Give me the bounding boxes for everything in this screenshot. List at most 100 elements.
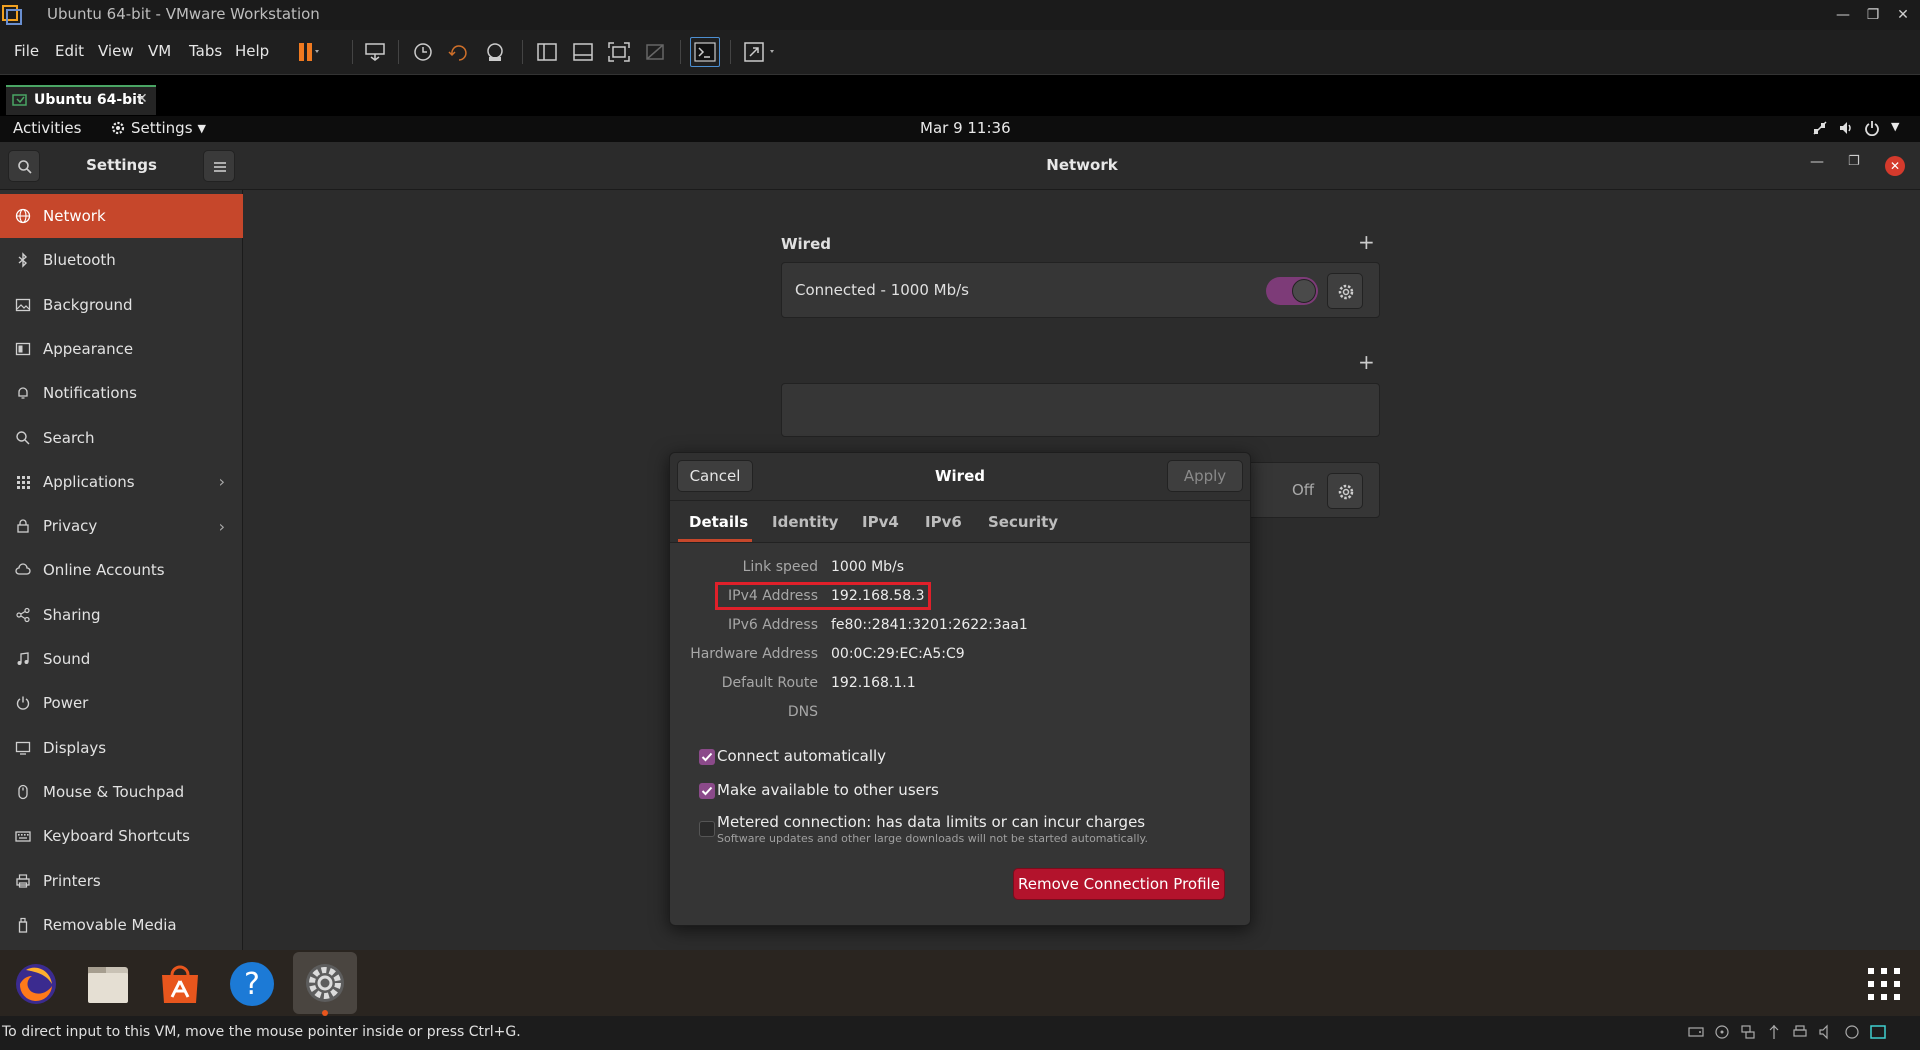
window-title: Ubuntu 64-bit - VMware Workstation: [47, 5, 320, 23]
page-title: Network: [1046, 156, 1118, 174]
sidebar-item-privacy[interactable]: Privacy ›: [0, 504, 243, 548]
hard-disk-icon[interactable]: [1688, 1024, 1704, 1040]
metered-connection-checkbox[interactable]: [699, 821, 715, 837]
add-wired-icon[interactable]: +: [1358, 230, 1375, 254]
apply-button[interactable]: Apply: [1167, 460, 1243, 492]
link-speed-label: Link speed: [742, 559, 818, 575]
network-adapter-icon[interactable]: [1740, 1024, 1756, 1040]
mouse-icon: [15, 784, 31, 800]
sidebar-item-removable-media[interactable]: Removable Media: [0, 903, 243, 947]
tab-identity[interactable]: Identity: [772, 513, 838, 531]
sidebar-item-mouse-touchpad[interactable]: Mouse & Touchpad: [0, 770, 243, 814]
proxy-settings-button[interactable]: [1327, 473, 1363, 509]
system-menu-caret-icon[interactable]: ▼: [1891, 120, 1899, 133]
metered-connection-label[interactable]: Metered connection: has data limits or c…: [717, 813, 1145, 831]
toolbar-separator: [398, 40, 399, 64]
vmware-titlebar: Ubuntu 64-bit - VMware Workstation — ❐ ✕: [0, 0, 1920, 30]
show-library-icon[interactable]: [534, 40, 560, 64]
tab-ipv6[interactable]: IPv6: [925, 513, 962, 531]
printer-device-icon[interactable]: [1792, 1024, 1808, 1040]
network-status-icon[interactable]: [1812, 120, 1828, 136]
sound-card-icon[interactable]: [1818, 1024, 1834, 1040]
music-note-icon: [15, 651, 31, 667]
sidebar-item-displays[interactable]: Displays: [0, 726, 243, 770]
wired-toggle[interactable]: [1266, 277, 1318, 305]
sidebar-item-bluetooth[interactable]: Bluetooth: [0, 238, 243, 282]
cd-dvd-icon[interactable]: [1714, 1024, 1730, 1040]
menu-edit[interactable]: Edit: [55, 42, 84, 60]
cloud-icon: [15, 562, 31, 578]
help-icon[interactable]: ?: [226, 958, 278, 1010]
close-icon[interactable]: ✕: [1880, 0, 1920, 30]
menu-file[interactable]: File: [14, 42, 39, 60]
dialog-tabs: Details Identity IPv4 IPv6 Security: [670, 501, 1250, 543]
revert-snapshot-icon[interactable]: [446, 40, 472, 64]
sidebar-item-sharing[interactable]: Sharing: [0, 593, 243, 637]
power-menu-icon[interactable]: [1864, 120, 1880, 136]
dns-label: DNS: [787, 704, 818, 720]
sidebar-item-power[interactable]: Power: [0, 681, 243, 725]
vm-tab[interactable]: Ubuntu 64-bit ✕: [6, 85, 156, 115]
available-to-users-checkbox[interactable]: [699, 783, 715, 799]
ubuntu-top-bar: Activities Settings ▼ Mar 9 11:36 ▼: [0, 116, 1920, 142]
maximize-icon[interactable]: ❐: [1848, 154, 1860, 169]
close-icon[interactable]: ✕: [1885, 156, 1905, 176]
add-vpn-icon[interactable]: +: [1358, 350, 1375, 374]
sidebar-item-online-accounts[interactable]: Online Accounts: [0, 548, 243, 592]
clock[interactable]: Mar 9 11:36: [920, 119, 1011, 137]
sidebar-item-sound[interactable]: Sound: [0, 637, 243, 681]
volume-icon[interactable]: [1838, 120, 1854, 136]
remove-connection-profile-button[interactable]: Remove Connection Profile: [1013, 868, 1225, 900]
tab-security[interactable]: Security: [988, 513, 1058, 531]
snapshot-icon[interactable]: [410, 40, 436, 64]
power-icon: [15, 695, 31, 711]
menu-tabs[interactable]: Tabs: [189, 42, 222, 60]
available-to-users-label[interactable]: Make available to other users: [717, 781, 939, 799]
hardware-address-value: 00:0C:29:EC:A5:C9: [831, 646, 965, 662]
unity-icon[interactable]: [642, 40, 668, 64]
wired-settings-button[interactable]: [1327, 273, 1363, 309]
hamburger-menu-button[interactable]: [203, 150, 235, 182]
send-ctrl-alt-del-icon[interactable]: [362, 40, 388, 64]
app-menu-settings[interactable]: Settings ▼: [110, 119, 206, 137]
menu-help[interactable]: Help: [235, 42, 269, 60]
sidebar-item-printers[interactable]: Printers: [0, 859, 243, 903]
snapshot-manager-icon[interactable]: [482, 40, 508, 64]
tab-details[interactable]: Details: [689, 513, 748, 531]
files-icon[interactable]: [82, 958, 134, 1010]
full-screen-icon[interactable]: [606, 40, 632, 64]
message-log-icon[interactable]: [1870, 1024, 1886, 1040]
activities-button[interactable]: Activities: [13, 119, 81, 137]
menu-vm[interactable]: VM: [148, 42, 171, 60]
software-store-icon[interactable]: [154, 958, 206, 1010]
display-device-icon[interactable]: [1844, 1024, 1860, 1040]
minimize-icon[interactable]: —: [1810, 154, 1824, 170]
connect-automatically-label[interactable]: Connect automatically: [717, 747, 886, 765]
toolbar-separator: [522, 40, 523, 64]
sidebar-item-label: Mouse & Touchpad: [43, 782, 185, 801]
sidebar-item-notifications[interactable]: Notifications: [0, 371, 243, 415]
sidebar-item-applications[interactable]: Applications ›: [0, 460, 243, 504]
connect-automatically-checkbox[interactable]: [699, 749, 715, 765]
console-view-icon[interactable]: [690, 37, 720, 67]
tab-close-icon[interactable]: ✕: [136, 91, 148, 107]
pause-icon[interactable]: [296, 40, 322, 64]
sidebar-item-label: Notifications: [43, 384, 137, 403]
usb-device-icon[interactable]: [1766, 1024, 1782, 1040]
firefox-icon[interactable]: [10, 958, 62, 1010]
show-applications-icon[interactable]: [1858, 958, 1910, 1010]
sidebar-item-background[interactable]: Background: [0, 283, 243, 327]
settings-sidebar: Network Bluetooth Background Appearance Noti…: [0, 190, 243, 950]
menubar: File Edit View VM Tabs Help: [0, 30, 1920, 74]
wired-settings-dialog: Cancel Wired Apply Details Identity IPv4…: [669, 452, 1251, 926]
stretch-guest-icon[interactable]: [742, 40, 774, 64]
menu-view[interactable]: View: [98, 42, 134, 60]
settings-app-icon[interactable]: [293, 952, 357, 1016]
sidebar-item-search[interactable]: Search: [0, 416, 243, 460]
sidebar-item-network[interactable]: Network: [0, 194, 243, 238]
tab-ipv4[interactable]: IPv4: [862, 513, 899, 531]
sidebar-item-keyboard-shortcuts[interactable]: Keyboard Shortcuts: [0, 814, 243, 858]
sidebar-item-label: Privacy: [43, 517, 98, 536]
thumbnail-bar-icon[interactable]: [570, 40, 596, 64]
sidebar-item-appearance[interactable]: Appearance: [0, 327, 243, 371]
